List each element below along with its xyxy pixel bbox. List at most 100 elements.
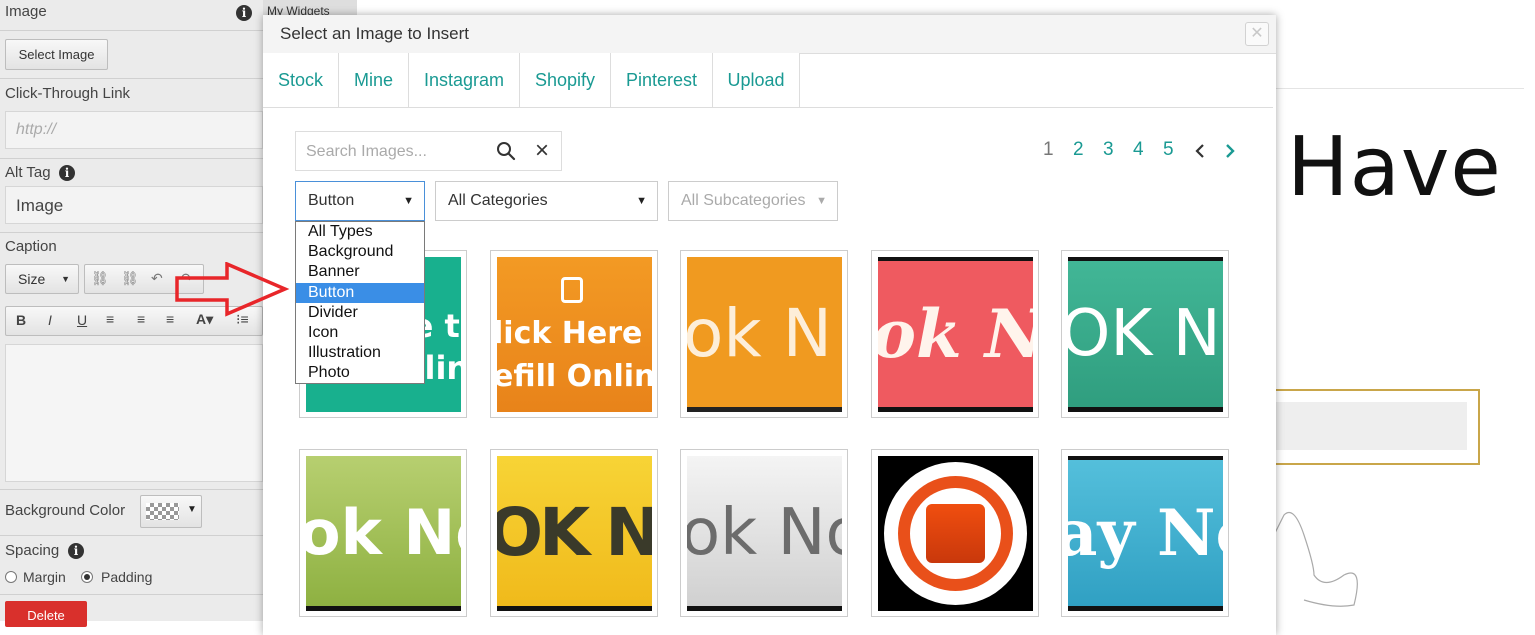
image-thumbnail[interactable] <box>871 449 1039 617</box>
modal-header: Select an Image to Insert ✕ <box>263 15 1276 54</box>
thumbnail-image: lick Here tefill Onlin <box>497 257 652 412</box>
margin-radio[interactable] <box>5 571 17 583</box>
tab-shopify[interactable]: Shopify <box>520 53 611 107</box>
page-heading: Have <box>1287 120 1502 215</box>
divider <box>0 594 263 595</box>
select-image-button[interactable]: Select Image <box>5 39 108 70</box>
image-thumbnail[interactable]: OK NO <box>490 449 658 617</box>
category-select[interactable]: All Categories ▼ <box>435 181 658 221</box>
refill-icon <box>561 277 583 303</box>
chevron-down-icon: ▼ <box>403 195 414 207</box>
search-box: × <box>295 131 562 172</box>
image-thumbnail[interactable]: ok N <box>680 250 848 418</box>
align-right-icon[interactable]: ≡ <box>166 311 174 327</box>
link-icon[interactable]: ⛓ <box>91 270 109 287</box>
category-select-value: All Categories <box>448 192 548 209</box>
size-label: Size <box>18 271 46 287</box>
thumbnail-image: ok No <box>306 456 461 611</box>
tab-stock[interactable]: Stock <box>263 53 339 107</box>
link-placeholder: http:// <box>16 121 57 138</box>
unlink-icon[interactable]: ⛓ <box>121 270 139 287</box>
chevron-left-icon[interactable] <box>1193 142 1207 160</box>
thumbnail-image: ok N <box>687 257 842 412</box>
pagination: 1 2 3 4 5 <box>1038 139 1248 163</box>
image-thumbnail[interactable]: OK N <box>1061 250 1229 418</box>
clear-search-icon[interactable]: × <box>532 139 552 163</box>
caption-label: Caption <box>5 238 57 255</box>
image-thumbnail[interactable]: ok No <box>299 449 467 617</box>
search-icon[interactable] <box>496 141 516 161</box>
thumbnail-image: ok N <box>878 257 1033 412</box>
underline-icon[interactable]: U <box>77 312 87 328</box>
background-color-label: Background Color <box>5 502 126 519</box>
subcategory-select-value: All Subcategories <box>681 192 806 209</box>
image-thumbnail[interactable]: lick Here tefill Onlin <box>490 250 658 418</box>
page-link[interactable]: 4 <box>1133 139 1144 161</box>
search-input[interactable] <box>296 132 498 172</box>
tab-mine[interactable]: Mine <box>339 53 409 107</box>
image-thumbnail[interactable]: ay No <box>1061 449 1229 617</box>
size-dropdown[interactable]: Size ▼ <box>5 264 79 294</box>
close-icon[interactable]: ✕ <box>1245 22 1269 46</box>
dropdown-option-selected[interactable]: Button <box>296 282 424 303</box>
divider <box>0 158 263 159</box>
dropdown-option[interactable]: Banner <box>296 262 424 282</box>
dropdown-option[interactable]: Photo <box>296 363 424 383</box>
thumbnail-image: ok No <box>687 456 842 611</box>
delete-button[interactable]: Delete <box>5 601 87 627</box>
decorative-line-art <box>1274 511 1358 607</box>
thumbnail-image <box>878 456 1033 611</box>
tab-instagram[interactable]: Instagram <box>409 53 520 107</box>
alt-tag-label: Alt Tag <box>5 164 51 181</box>
source-tabs: Stock Mine Instagram Shopify Pinterest U… <box>263 53 1273 108</box>
type-select[interactable]: Button ▼ <box>295 181 425 221</box>
page-link[interactable]: 2 <box>1073 139 1084 161</box>
type-dropdown-list: All Types Background Banner Button Divid… <box>295 221 425 384</box>
alt-tag-value: Image <box>16 196 64 215</box>
align-left-icon[interactable]: ≡ <box>106 311 114 327</box>
background-color-picker[interactable]: ▼ <box>140 495 202 528</box>
align-center-icon[interactable]: ≡ <box>137 311 145 327</box>
tab-pinterest[interactable]: Pinterest <box>611 53 713 107</box>
dropdown-option[interactable]: Icon <box>296 323 424 343</box>
page-current: 1 <box>1043 139 1054 160</box>
info-icon[interactable]: i <box>59 165 75 181</box>
divider <box>0 535 263 536</box>
image-insert-modal: Select an Image to Insert ✕ Stock Mine I… <box>263 15 1276 635</box>
dropdown-option[interactable]: Divider <box>296 303 424 323</box>
image-thumbnail[interactable]: ok N <box>871 250 1039 418</box>
info-icon[interactable]: i <box>236 5 252 21</box>
italic-icon[interactable]: I <box>48 312 52 328</box>
click-through-label: Click-Through Link <box>5 85 131 102</box>
image-thumbnail[interactable]: ok No <box>680 449 848 617</box>
page-widget-content <box>1274 402 1467 450</box>
info-icon[interactable]: i <box>68 543 84 559</box>
tab-upload[interactable]: Upload <box>713 53 800 107</box>
alt-tag-input[interactable]: Image <box>5 186 263 224</box>
divider <box>1274 88 1524 89</box>
page-link[interactable]: 5 <box>1163 139 1174 161</box>
chevron-down-icon: ▼ <box>61 274 70 284</box>
padding-radio[interactable] <box>81 571 93 583</box>
bold-icon[interactable]: B <box>16 312 26 328</box>
chevron-down-icon: ▼ <box>187 504 197 515</box>
spacing-label: Spacing <box>5 542 60 559</box>
subcategory-select: All Subcategories ▼ <box>668 181 838 221</box>
divider <box>0 489 263 490</box>
margin-label: Margin <box>23 569 66 585</box>
divider <box>0 30 263 31</box>
dropdown-option[interactable]: All Types <box>296 222 424 242</box>
annotation-arrow-icon <box>175 262 290 317</box>
dropdown-option[interactable]: Illustration <box>296 343 424 363</box>
modal-title: Select an Image to Insert <box>280 24 469 43</box>
thumbnail-image: ay No <box>1068 456 1223 611</box>
thumbnail-image: OK NO <box>497 456 652 611</box>
chevron-right-icon[interactable] <box>1223 142 1237 160</box>
undo-icon[interactable]: ↶ <box>151 270 163 287</box>
caption-editor[interactable] <box>5 344 263 482</box>
click-through-link-input[interactable]: http:// <box>5 111 263 149</box>
image-section-label: Image <box>5 3 47 20</box>
chevron-down-icon: ▼ <box>816 195 827 207</box>
page-link[interactable]: 3 <box>1103 139 1114 161</box>
dropdown-option[interactable]: Background <box>296 242 424 262</box>
